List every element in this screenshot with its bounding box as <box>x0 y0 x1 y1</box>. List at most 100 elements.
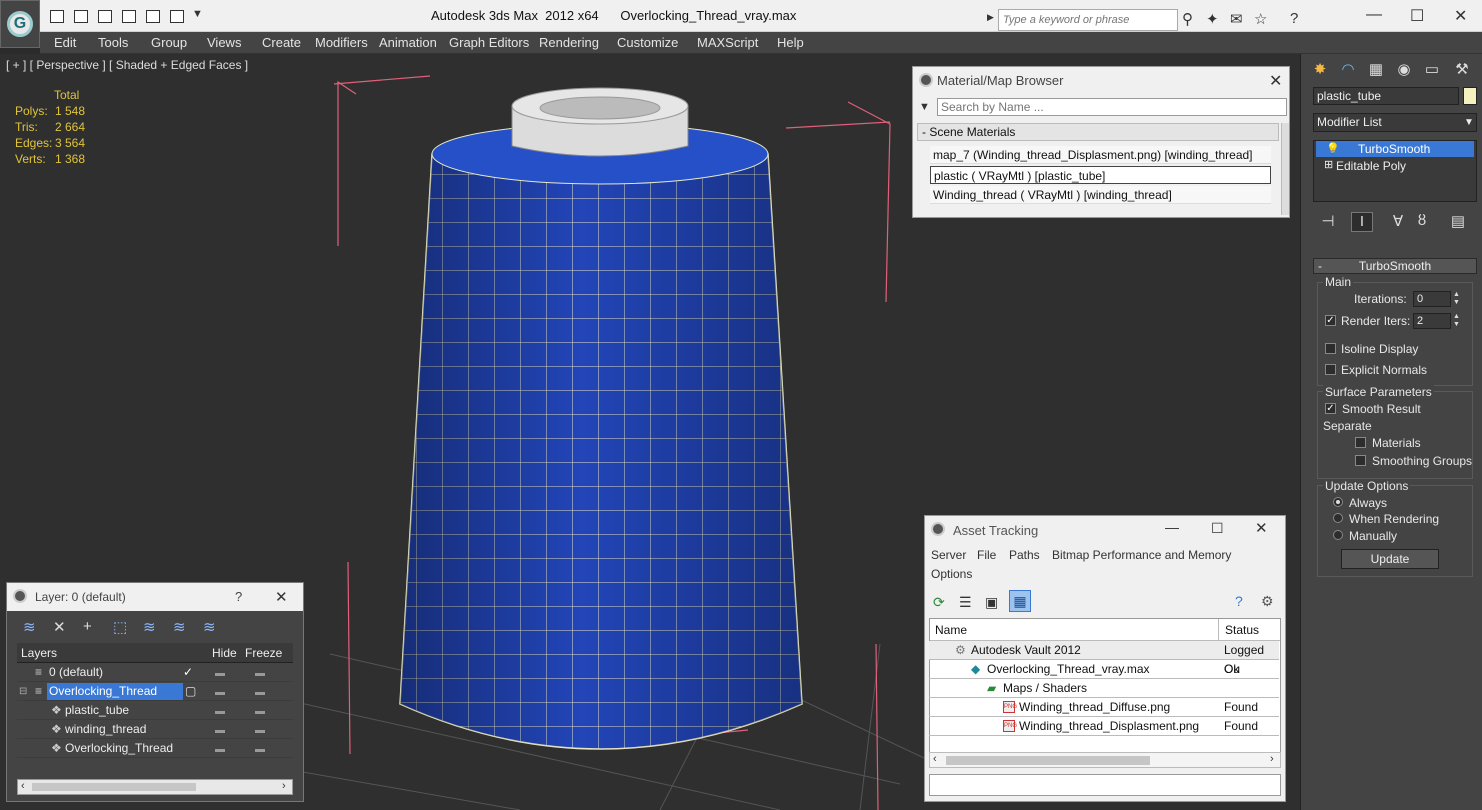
table-view-icon[interactable]: ▦ <box>1009 590 1031 612</box>
freeze-toggle[interactable]: ▬ <box>255 683 265 702</box>
menu-modifiers[interactable]: Modifiers <box>315 35 368 50</box>
isoline-checkbox[interactable] <box>1325 343 1336 354</box>
help-question-icon[interactable]: ? <box>235 589 242 604</box>
menu-bitmap-performance[interactable]: Bitmap Performance and Memory <box>1052 548 1231 562</box>
add-to-layer-icon[interactable]: + <box>83 618 92 635</box>
asset-path-field[interactable] <box>929 774 1281 796</box>
scene-materials-header[interactable]: - Scene Materials <box>917 123 1279 141</box>
scrollbar-thumb[interactable] <box>32 783 196 791</box>
layer-row[interactable]: ⊟ ≡ Overlocking_Thread ▢ ▬ ▬ <box>17 682 293 701</box>
select-objects-icon[interactable]: ⬚ <box>113 618 127 636</box>
menu-customize[interactable]: Customize <box>617 35 678 50</box>
layer-close-icon[interactable]: ✕ <box>275 588 288 606</box>
render-iters-checkbox[interactable]: ✓ <box>1325 315 1336 326</box>
create-tab-icon[interactable]: ✸ <box>1309 60 1331 80</box>
expand-search-icon[interactable]: ▶ <box>987 12 994 23</box>
display-tab-icon[interactable]: ▭ <box>1421 60 1443 80</box>
browser-scrollbar[interactable] <box>1281 123 1289 215</box>
create-layer-icon[interactable]: ≋ <box>23 618 36 636</box>
make-current-icon[interactable]: ▢ <box>185 682 196 701</box>
pin-stack-icon[interactable]: ⊣ <box>1317 212 1339 232</box>
browser-close-icon[interactable]: ✕ <box>1269 71 1282 91</box>
highlight-layer-icon[interactable]: ≋ <box>143 618 156 636</box>
explicit-normals-checkbox[interactable] <box>1325 364 1336 375</box>
menu-views[interactable]: Views <box>207 35 241 50</box>
hierarchy-tab-icon[interactable]: ▦ <box>1365 60 1387 80</box>
materials-checkbox[interactable] <box>1355 437 1366 448</box>
always-radio[interactable] <box>1333 497 1343 507</box>
qa-dropdown-icon[interactable]: ▼ <box>192 8 203 20</box>
subscription-icon[interactable]: ✦ <box>1206 10 1219 28</box>
material-item[interactable]: Winding_thread ( VRayMtl ) [winding_thre… <box>930 186 1271 204</box>
hide-all-layers-icon[interactable]: ≋ <box>173 618 186 636</box>
layer-object-row[interactable]: ❖ plastic_tube ▬ ▬ <box>17 701 293 720</box>
smoothing-groups-checkbox[interactable] <box>1355 455 1366 466</box>
spinner-arrows-icon[interactable]: ▲ ▼ <box>1453 291 1463 307</box>
undo-icon[interactable] <box>98 10 112 23</box>
menu-help[interactable]: Help <box>777 35 804 50</box>
manually-radio[interactable] <box>1333 530 1343 540</box>
layer-row[interactable]: ≡ 0 (default) ✓ ▬ ▬ <box>17 663 293 682</box>
show-end-result-icon[interactable]: I <box>1351 212 1373 232</box>
make-unique-icon[interactable]: ∀ <box>1387 212 1409 232</box>
favorites-star-icon[interactable]: ☆ <box>1254 10 1267 28</box>
thumbnail-view-icon[interactable]: ▣ <box>985 594 998 611</box>
browser-options-icon[interactable]: ▼ <box>919 101 930 113</box>
delete-layer-icon[interactable]: ✕ <box>53 618 66 636</box>
hold-icon[interactable] <box>146 10 160 23</box>
help-icon[interactable]: ? <box>1290 10 1298 27</box>
hide-toggle[interactable]: ▬ <box>215 664 225 683</box>
freeze-toggle[interactable]: ▬ <box>255 664 265 683</box>
utilities-tab-icon[interactable]: ⚒ <box>1451 60 1473 80</box>
hide-toggle[interactable]: ▬ <box>215 702 225 721</box>
menu-create[interactable]: Create <box>262 35 301 50</box>
menu-rendering[interactable]: Rendering <box>539 35 599 50</box>
object-color-swatch[interactable] <box>1463 87 1477 105</box>
menu-tools[interactable]: Tools <box>98 35 128 50</box>
scroll-right-icon[interactable]: › <box>1270 753 1274 765</box>
material-item[interactable]: map_7 (Winding_thread_Displasment.png) [… <box>930 146 1271 164</box>
scroll-left-icon[interactable]: ‹ <box>933 753 937 765</box>
render-iters-spinner[interactable]: 2 <box>1413 313 1451 329</box>
freeze-all-layers-icon[interactable]: ≋ <box>203 618 216 636</box>
asset-close-icon[interactable]: ✕ <box>1255 519 1268 537</box>
layer-object-row[interactable]: ❖ winding_thread ▬ ▬ <box>17 720 293 739</box>
refresh-icon[interactable]: ⟳ <box>933 594 945 611</box>
hide-toggle[interactable]: ▬ <box>215 721 225 740</box>
modify-tab-icon[interactable]: ◠ <box>1337 60 1359 80</box>
asset-help-icon[interactable]: ? <box>1235 593 1243 609</box>
fetch-icon[interactable] <box>170 10 184 23</box>
asset-row[interactable]: PNG Winding_thread_Displasment.png Found <box>929 717 1279 736</box>
asset-settings-icon[interactable]: ⚙ <box>1261 593 1274 610</box>
menu-graph-editors[interactable]: Graph Editors <box>449 35 529 50</box>
col-status[interactable]: Status <box>1225 623 1259 637</box>
maximize-icon[interactable]: ☐ <box>1410 6 1424 26</box>
browser-search-input[interactable] <box>937 98 1287 116</box>
object-name-field[interactable]: plastic_tube <box>1313 87 1459 105</box>
asset-row[interactable]: ▰ Maps / Shaders <box>929 679 1279 698</box>
asset-row[interactable]: ◆ Overlocking_Thread_vray.max Ok <box>929 660 1279 679</box>
open-icon[interactable] <box>50 10 64 23</box>
freeze-toggle[interactable]: ▬ <box>255 740 265 759</box>
layer-object-row[interactable]: ❖ Overlocking_Thread ▬ ▬ <box>17 739 293 758</box>
menu-edit[interactable]: Edit <box>54 35 76 50</box>
save-icon[interactable] <box>74 10 88 23</box>
binoculars-icon[interactable]: ⚲ <box>1182 10 1193 28</box>
active-layer-check-icon[interactable]: ✓ <box>183 663 193 682</box>
minimize-icon[interactable]: — <box>1165 519 1179 535</box>
when-rendering-radio[interactable] <box>1333 513 1343 523</box>
layer-horizontal-scrollbar[interactable]: ‹ › <box>17 779 293 795</box>
col-layers[interactable]: Layers <box>21 646 57 660</box>
modifier-list-dropdown[interactable]: Modifier List ▼ <box>1313 113 1477 132</box>
menu-maxscript[interactable]: MAXScript <box>697 35 758 50</box>
maximize-icon[interactable]: ☐ <box>1211 520 1224 537</box>
minimize-icon[interactable]: — <box>1366 6 1382 24</box>
material-item[interactable]: plastic ( VRayMtl ) [plastic_tube] <box>930 166 1271 184</box>
spinner-arrows-icon[interactable]: ▲ ▼ <box>1453 313 1463 329</box>
smooth-result-checkbox[interactable]: ✓ <box>1325 403 1336 414</box>
menu-paths[interactable]: Paths <box>1009 548 1040 562</box>
asset-horizontal-scrollbar[interactable]: ‹ › <box>929 752 1281 768</box>
search-input[interactable] <box>998 9 1178 31</box>
menu-server[interactable]: Server <box>931 548 966 562</box>
scroll-right-icon[interactable]: › <box>282 780 286 792</box>
